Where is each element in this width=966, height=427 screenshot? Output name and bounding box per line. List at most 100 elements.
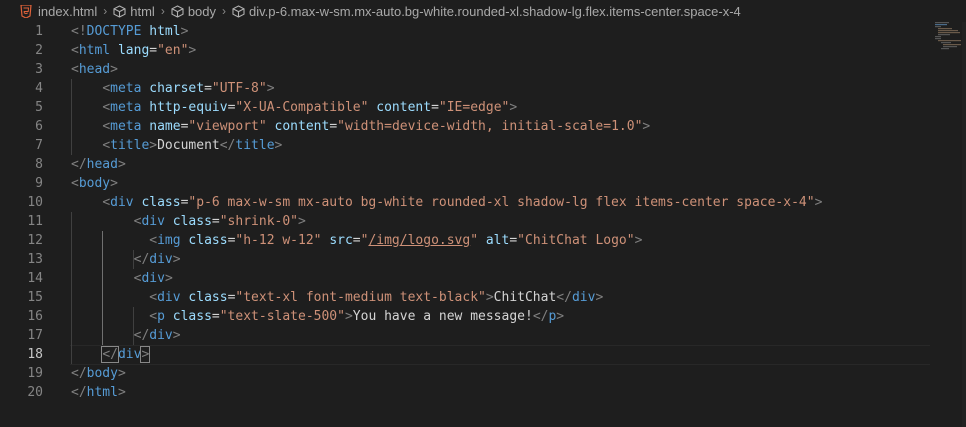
code-token: html	[86, 385, 118, 400]
line-number: 13	[27, 252, 43, 267]
code-token: >	[266, 81, 275, 96]
code-line[interactable]: 3 <head>	[0, 60, 966, 79]
code-token: </	[71, 157, 87, 172]
code-token: <!	[71, 24, 87, 39]
code-token: meta	[110, 119, 142, 134]
code-token: <	[71, 62, 79, 77]
code-line[interactable]: 18 </div>	[0, 345, 966, 364]
code-token: lang	[117, 43, 150, 58]
breadcrumb-div[interactable]: div.p-6.max-w-sm.mx-auto.bg-white.rounde…	[232, 4, 741, 19]
code-token: =	[204, 81, 212, 96]
line-number: 7	[35, 138, 43, 153]
code-line[interactable]: 12 <img class="h-12 w-12" src="/img/logo…	[0, 231, 966, 250]
code-text: </div>	[71, 345, 151, 364]
breadcrumb-label: index.html	[38, 3, 98, 19]
code-token: "X-UA-Compatible"	[235, 100, 369, 115]
code-token: >	[117, 157, 126, 172]
code-token: src	[329, 233, 353, 248]
code-token: >	[180, 24, 189, 39]
line-number: 2	[35, 43, 43, 58]
code-line[interactable]: 15 <div class="text-xl font-medium text-…	[0, 288, 966, 307]
breadcrumb-file[interactable]: index.html	[20, 4, 97, 19]
code-token: >	[485, 290, 494, 305]
code-token: "shrink-0"	[219, 214, 299, 229]
code-token: =	[211, 214, 220, 229]
code-line[interactable]: 11 <div class="shrink-0">	[0, 212, 966, 231]
line-number: 9	[35, 176, 43, 191]
code-text: </html>	[71, 383, 126, 402]
line-number: 11	[27, 214, 43, 229]
code-token: >	[110, 176, 118, 191]
code-text: <html lang="en">	[71, 41, 196, 60]
code-token: >	[298, 214, 306, 229]
code-token: <	[71, 43, 79, 58]
code-token: class	[141, 195, 181, 210]
code-token: div	[157, 290, 181, 305]
breadcrumb-html[interactable]: html	[113, 4, 155, 19]
code-token: You have a new message!	[352, 309, 533, 324]
code-line[interactable]: 13 </div>	[0, 250, 966, 269]
code-token: class	[172, 214, 212, 229]
code-token: >	[642, 119, 651, 134]
code-editor[interactable]: 1 <!DOCTYPE html> 2 <html lang="en"> 3 <head>…	[0, 22, 966, 427]
code-line[interactable]: 9 <body>	[0, 174, 966, 193]
code-token: content	[274, 119, 330, 134]
code-token: class	[172, 309, 212, 324]
code-token: >	[595, 290, 604, 305]
code-line[interactable]: 16 <p class="text-slate-500">You have a …	[0, 307, 966, 326]
code-token: <	[102, 100, 111, 115]
line-number: 4	[35, 81, 43, 96]
code-token: div	[571, 290, 596, 305]
breadcrumb-body[interactable]: body	[171, 4, 216, 19]
code-token: >	[274, 138, 283, 153]
code-line[interactable]: 6 <meta name="viewport" content="width=d…	[0, 117, 966, 136]
line-number: 1	[35, 24, 43, 39]
code-token: </	[133, 252, 150, 267]
code-text: <body>	[71, 174, 118, 193]
code-token: meta	[110, 100, 142, 115]
code-token: class	[188, 233, 228, 248]
code-token: body	[86, 366, 118, 381]
code-line[interactable]: 19 </body>	[0, 364, 966, 383]
code-line[interactable]: 14 <div>	[0, 269, 966, 288]
code-line[interactable]: 10 <div class="p-6 max-w-sm mx-auto bg-w…	[0, 193, 966, 212]
code-line[interactable]: 2 <html lang="en">	[0, 41, 966, 60]
vertical-scrollbar[interactable]	[962, 22, 966, 427]
line-number: 12	[27, 233, 43, 248]
code-token: <	[71, 176, 79, 191]
code-token: title	[235, 138, 275, 153]
code-token: "UTF-8"	[211, 81, 267, 96]
code-text: <img class="h-12 w-12" src="/img/logo.sv…	[71, 231, 642, 250]
code-token: =	[329, 119, 338, 134]
code-text: </body>	[71, 364, 126, 383]
minimap[interactable]	[935, 22, 961, 50]
code-token: div	[141, 271, 165, 286]
chevron-right-icon: ›	[222, 4, 227, 18]
code-text: <meta http-equiv = "X-UA-Compatible" conte…	[71, 98, 517, 117]
code-token: head	[86, 157, 118, 172]
code-token: =	[352, 233, 361, 248]
line-number: 16	[27, 309, 43, 324]
code-line[interactable]: 20 </html>	[0, 383, 966, 402]
code-token: /img/logo.svg	[368, 233, 471, 248]
code-line[interactable]: 4 <meta charset="UTF-8">	[0, 79, 966, 98]
code-token: alt	[485, 233, 510, 248]
code-line[interactable]: 7 <title>Document</title>	[0, 136, 966, 155]
code-token: div	[149, 328, 173, 343]
code-token: meta	[110, 81, 142, 96]
line-number: 6	[35, 119, 43, 134]
code-token: </	[556, 290, 572, 305]
chevron-right-icon: ›	[103, 4, 108, 18]
code-line[interactable]: 5 <meta http-equiv = "X-UA-Compatible" con…	[0, 98, 966, 117]
code-token: div	[141, 214, 165, 229]
code-line[interactable]: 8 </head>	[0, 155, 966, 174]
code-line[interactable]: 17 </div>	[0, 326, 966, 345]
code-line[interactable]: 1 <!DOCTYPE html>	[0, 22, 966, 41]
